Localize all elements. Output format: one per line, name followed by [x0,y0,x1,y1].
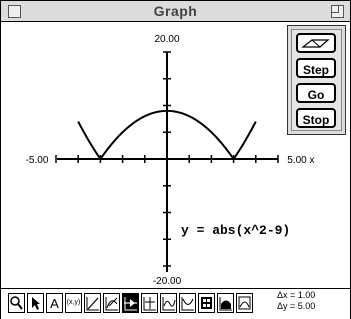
tool-palette: A (x,y) Δx = 1.00 Δy = 5.00 [1,288,350,319]
intersection-tool[interactable] [141,293,158,313]
arrow-tool[interactable] [27,293,44,313]
table-icon [201,297,212,309]
derivative-icon [162,297,176,311]
dx-readout: Δx = 1.00 [277,290,316,300]
step-button[interactable]: Step [296,58,336,78]
eraser-button[interactable] [296,33,336,53]
trace-tool[interactable] [122,293,139,313]
coordinate-tool[interactable]: (x,y) [65,293,82,313]
graph-image-icon [238,296,251,310]
graph-image-tool[interactable] [236,293,253,313]
stop-button-label: Stop [302,113,330,127]
go-button[interactable]: Go [296,83,336,103]
go-button-label: Go [307,88,325,102]
graph-tool[interactable] [179,293,196,313]
text-tool[interactable]: A [46,293,63,313]
graph-tool-icon [181,297,194,311]
step-button-label: Step [302,63,329,77]
line-tool-icon [86,297,99,311]
zoom-icon [10,296,23,310]
dy-readout: Δy = 5.00 [277,301,316,311]
control-panel: Step Go Stop [287,25,346,135]
x-variable-label: x [310,155,315,166]
tangent-tool[interactable] [103,293,120,313]
x-max-label: 5.00 [287,155,307,166]
arrow-icon [32,297,40,310]
region-icon [219,297,232,311]
line-tool[interactable] [84,293,101,313]
zoom-box[interactable] [331,5,344,18]
coordinate-icon: (x,y) [66,299,81,306]
step-readouts: Δx = 1.00 Δy = 5.00 [277,290,315,312]
y-min-label: -20.00 [153,276,182,287]
table-tool[interactable] [198,293,215,313]
derivative-tool[interactable] [160,293,177,313]
text-tool-icon: A [50,296,59,311]
zoom-tool[interactable] [8,293,25,313]
window-title: Graph [153,3,198,19]
intersection-icon [143,297,156,311]
trace-icon [124,297,137,311]
y-max-label: 20.00 [154,34,179,45]
region-tool[interactable] [217,293,234,313]
tangent-icon [105,297,118,311]
eraser-icon [301,39,330,48]
graph-window: Graph 20.00 -20.00 -5.00 5.00 x y = abs(… [0,0,351,319]
stop-button[interactable]: Stop [296,108,336,128]
equation-label[interactable]: y = abs(x^2-9) [181,223,290,238]
title-bar[interactable]: Graph [1,1,350,22]
x-min-label: -5.00 [26,155,49,166]
